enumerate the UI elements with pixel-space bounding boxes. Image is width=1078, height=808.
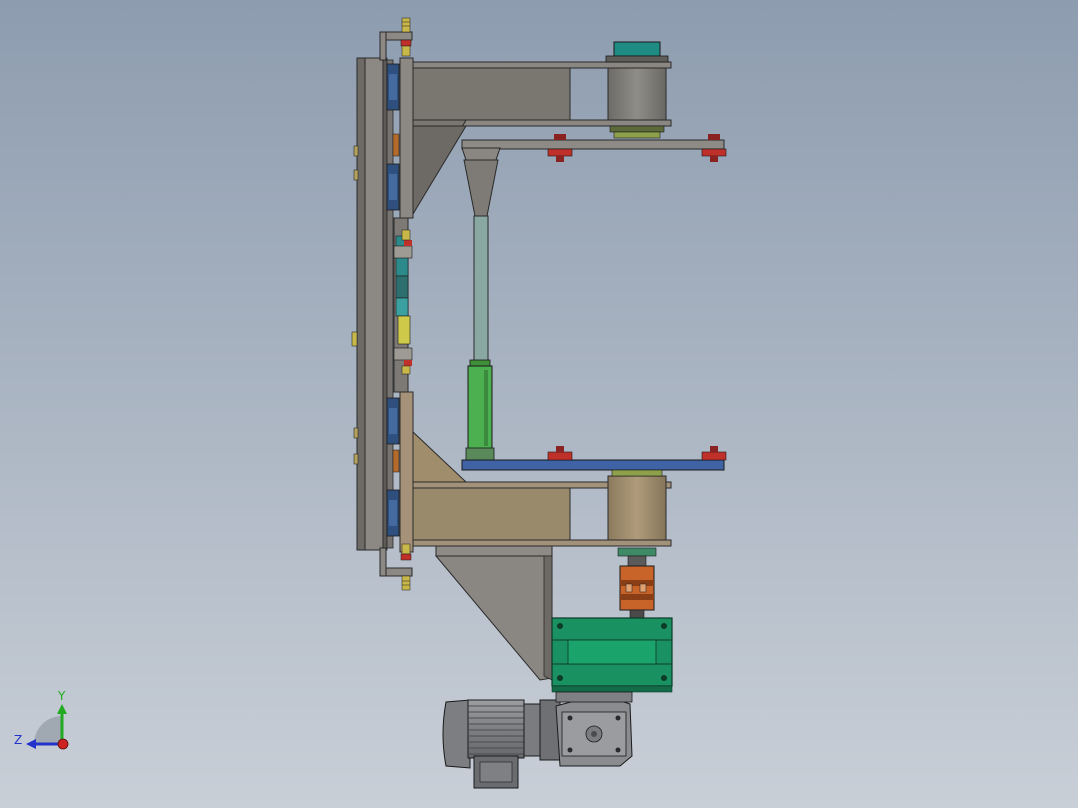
vertical-rail-lower	[399, 391, 414, 553]
motor-body	[467, 699, 525, 759]
x-axis-dot	[57, 738, 69, 750]
roller-cap-teal	[613, 41, 661, 57]
piston-rod	[473, 215, 489, 365]
motor-fan-cover	[442, 699, 471, 769]
gearbox-housing[interactable]	[551, 617, 673, 693]
cad-viewport[interactable]: Y Z	[0, 0, 1078, 808]
vertical-rail-upper	[399, 57, 414, 219]
z-axis-label: Z	[14, 733, 22, 747]
cylinder-body-green	[467, 365, 493, 451]
shaft-coupling[interactable]	[619, 555, 655, 621]
main-frame-assembly[interactable]	[351, 17, 414, 591]
upper-roller	[607, 67, 667, 121]
y-axis-label: Y	[57, 689, 66, 703]
lower-roller	[607, 475, 667, 541]
coupling-body	[619, 565, 655, 611]
cad-model-view[interactable]: Y Z	[0, 0, 1078, 808]
lower-arm-body	[412, 487, 571, 541]
frame-back-plate	[364, 57, 384, 551]
